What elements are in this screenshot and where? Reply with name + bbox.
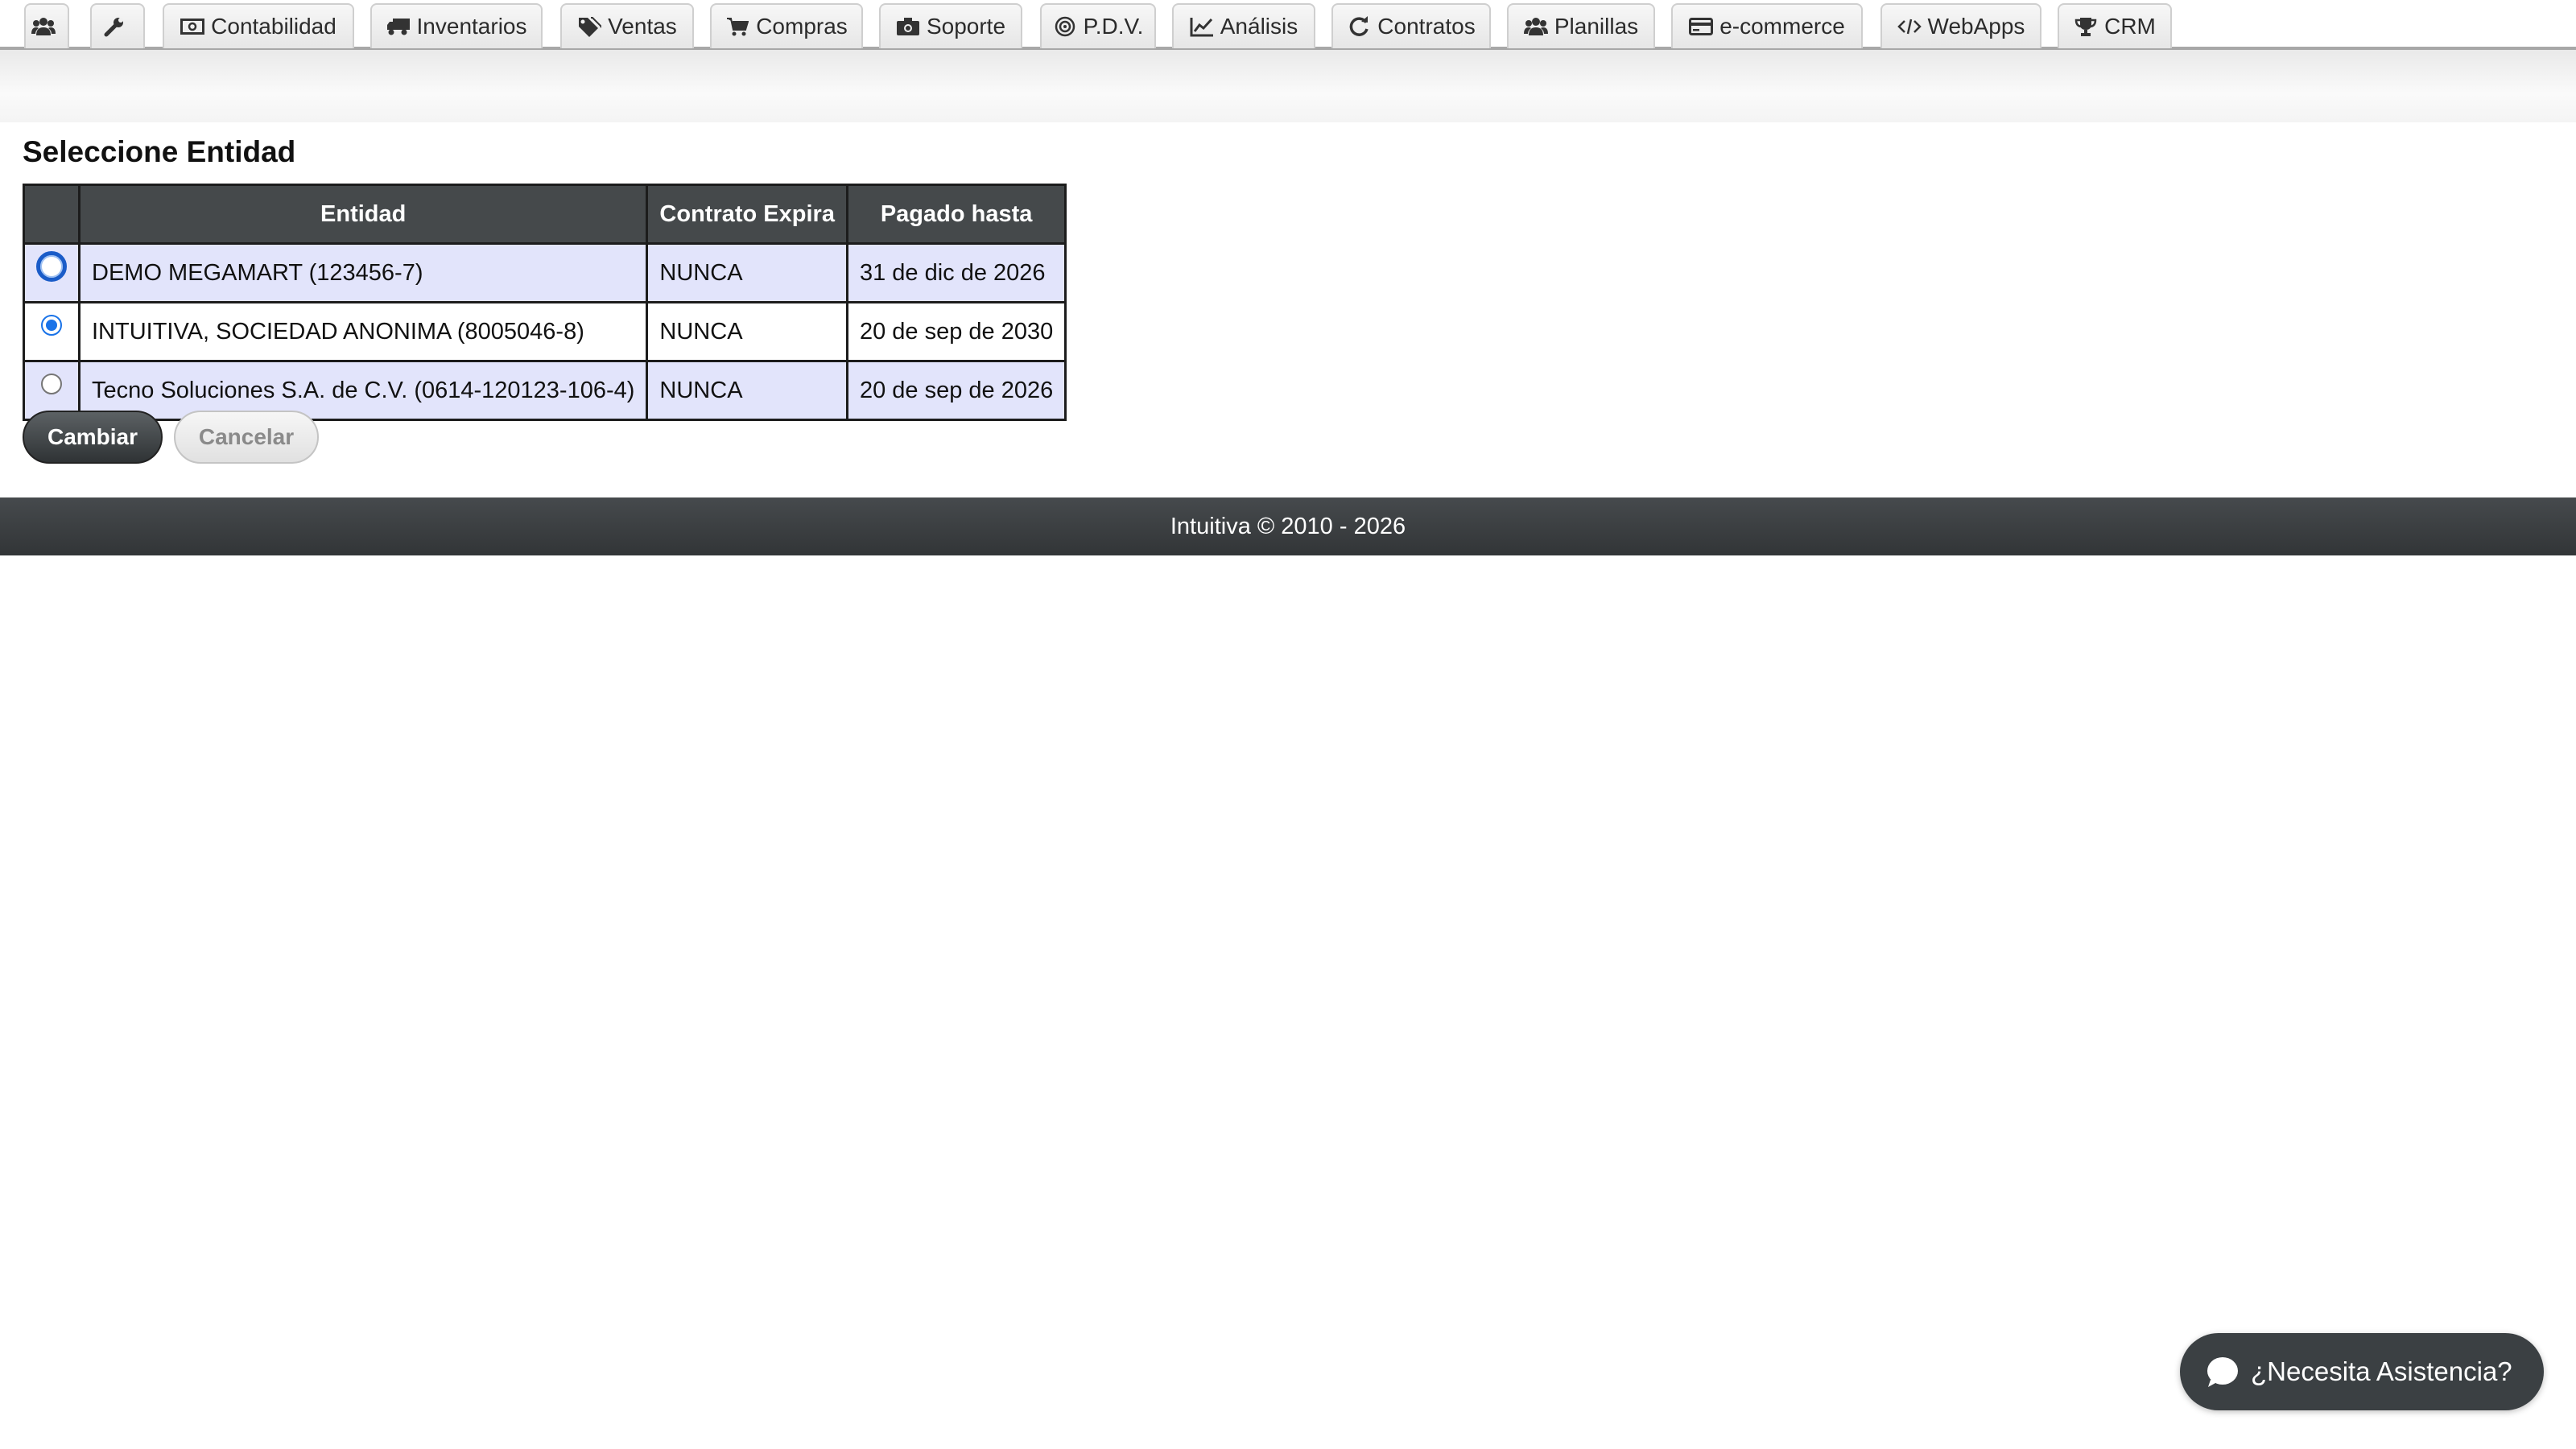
- entity-name: Tecno Soluciones S.A. de C.V. (0614-1201…: [77, 360, 649, 421]
- credit-card-icon: [1689, 14, 1714, 39]
- tab-label: Contabilidad: [211, 14, 336, 39]
- tab-ventas[interactable]: Ventas: [560, 3, 694, 48]
- tab-users[interactable]: [24, 3, 69, 48]
- line-chart-icon: [1190, 14, 1214, 39]
- entity-name: INTUITIVA, SOCIEDAD ANONIMA (8005046-8): [77, 301, 649, 362]
- tab-analisis[interactable]: Análisis: [1172, 3, 1315, 48]
- tab-label: P.D.V.: [1083, 14, 1144, 39]
- tab-settings[interactable]: [90, 3, 145, 48]
- tab-contabilidad[interactable]: Contabilidad: [163, 3, 354, 48]
- tags-icon: [577, 14, 602, 39]
- tab-label: Compras: [756, 14, 848, 39]
- tab-label: Planillas: [1554, 14, 1639, 39]
- help-chat-button[interactable]: ¿Necesita Asistencia?: [2180, 1333, 2544, 1410]
- table-header-row: Entidad Contrato Expira Pagado hasta: [23, 184, 1067, 245]
- tab-label: WebApps: [1927, 14, 2025, 39]
- footer-copyright: Intuitiva © 2010 - 2026: [1170, 513, 1406, 539]
- tab-label: e-commerce: [1719, 14, 1845, 39]
- tab-label: Análisis: [1220, 14, 1298, 39]
- tab-ecommerce[interactable]: e-commerce: [1671, 3, 1863, 48]
- tab-compras[interactable]: Compras: [710, 3, 863, 48]
- truck-icon: [386, 14, 411, 39]
- paid-until: 20 de sep de 2026: [845, 360, 1067, 421]
- column-header-contrato-expira: Contrato Expira: [646, 184, 848, 245]
- entity-radio[interactable]: [41, 374, 62, 394]
- tab-label: Contratos: [1377, 14, 1476, 39]
- chat-bubble-icon: [2206, 1356, 2240, 1388]
- row-select-cell: [23, 301, 80, 362]
- table-row[interactable]: INTUITIVA, SOCIEDAD ANONIMA (8005046-8) …: [23, 301, 1067, 362]
- trophy-icon: [2074, 14, 2098, 39]
- change-button[interactable]: Cambiar: [23, 411, 163, 464]
- tab-label: Inventarios: [416, 14, 527, 39]
- top-navigation: Contabilidad Inventarios Ventas Compras …: [0, 0, 2576, 50]
- column-header-entidad: Entidad: [77, 184, 649, 245]
- contract-expires: NUNCA: [646, 301, 848, 362]
- table-row[interactable]: DEMO MEGAMART (123456-7) NUNCA 31 de dic…: [23, 242, 1067, 303]
- entity-table: Entidad Contrato Expira Pagado hasta DEM…: [23, 184, 1067, 421]
- column-header-pagado-hasta: Pagado hasta: [845, 184, 1067, 245]
- tab-contratos[interactable]: Contratos: [1331, 3, 1491, 48]
- table-row[interactable]: Tecno Soluciones S.A. de C.V. (0614-1201…: [23, 360, 1067, 421]
- cancel-button[interactable]: Cancelar: [174, 411, 319, 464]
- entity-radio[interactable]: [41, 315, 62, 336]
- tab-soporte[interactable]: Soporte: [879, 3, 1022, 48]
- paid-until: 20 de sep de 2030: [845, 301, 1067, 362]
- tab-label: CRM: [2104, 14, 2156, 39]
- contract-expires: NUNCA: [646, 360, 848, 421]
- tab-webapps[interactable]: WebApps: [1880, 3, 2041, 48]
- help-label: ¿Necesita Asistencia?: [2251, 1356, 2512, 1386]
- entity-radio[interactable]: [36, 251, 67, 282]
- paid-until: 31 de dic de 2026: [845, 242, 1067, 303]
- contract-expires: NUNCA: [646, 242, 848, 303]
- tab-inventarios[interactable]: Inventarios: [370, 3, 543, 48]
- wrench-icon: [102, 14, 126, 39]
- entity-name: DEMO MEGAMART (123456-7): [77, 242, 649, 303]
- tab-label: Ventas: [608, 14, 677, 39]
- tab-planillas[interactable]: Planillas: [1507, 3, 1655, 48]
- cart-icon: [725, 14, 749, 39]
- camera-icon: [896, 14, 920, 39]
- toolbar-strip: [0, 50, 2576, 122]
- money-icon: [180, 14, 205, 39]
- tab-label: Soporte: [926, 14, 1006, 39]
- users-icon: [1523, 14, 1548, 39]
- tab-pdv[interactable]: P.D.V.: [1040, 3, 1156, 48]
- code-icon: [1897, 14, 1922, 39]
- users-icon: [31, 14, 56, 39]
- refresh-icon: [1347, 14, 1371, 39]
- tab-crm[interactable]: CRM: [2058, 3, 2172, 48]
- target-icon: [1053, 14, 1077, 39]
- footer: Intuitiva © 2010 - 2026: [0, 497, 2576, 555]
- select-column-header: [23, 184, 80, 245]
- page-title: Seleccione Entidad: [23, 135, 296, 168]
- row-select-cell: [23, 242, 80, 303]
